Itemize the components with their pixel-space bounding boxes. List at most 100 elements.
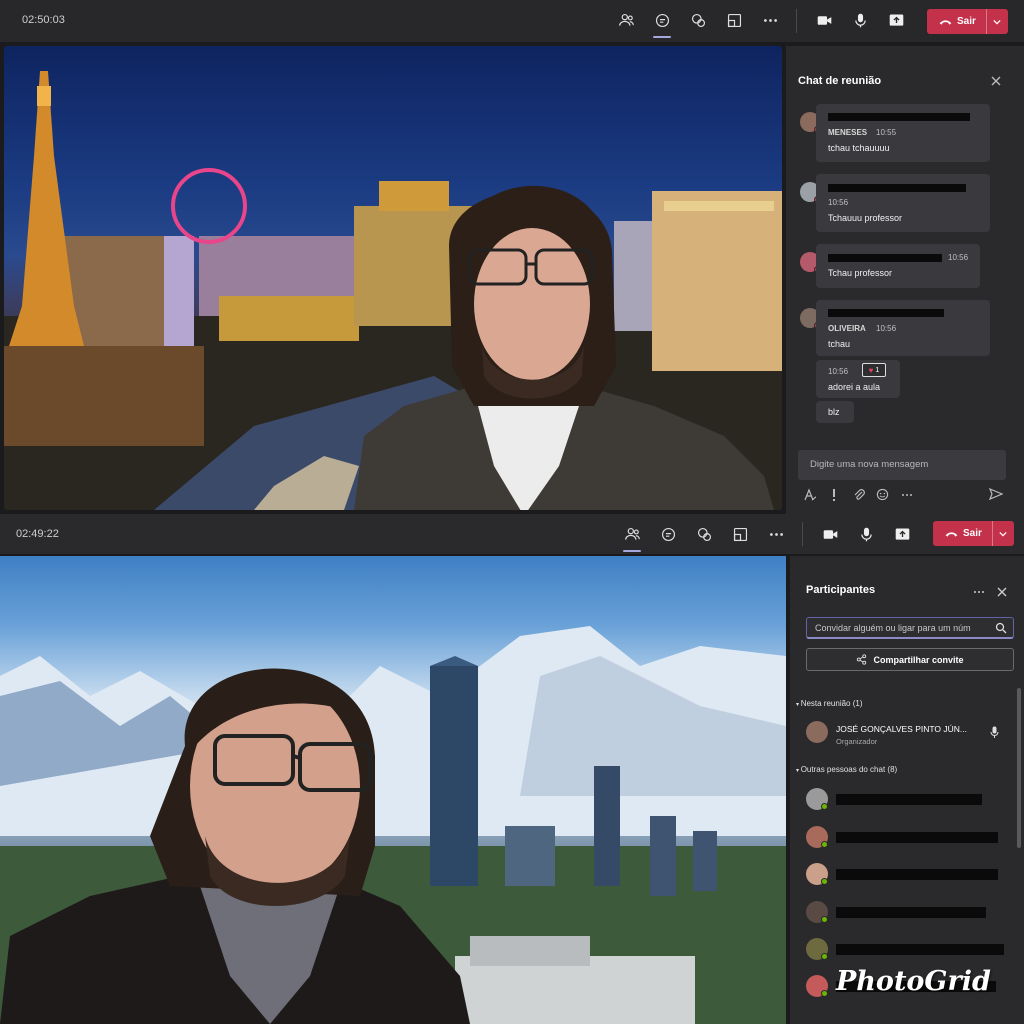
mic-icon (854, 13, 866, 27)
message-text: Tchau professor (828, 268, 893, 278)
message-time: 10:56 (828, 367, 849, 376)
search-icon[interactable] (995, 622, 1007, 634)
leave-options-button[interactable] (985, 9, 1008, 34)
organizer-name[interactable]: JOSÉ GONÇALVES PINTO JÚN... (836, 724, 967, 734)
participants-scrollbar[interactable] (1017, 688, 1021, 848)
redacted-name (828, 113, 970, 121)
status-dot (821, 841, 828, 848)
video-feed (4, 46, 782, 510)
message-text: tchau (828, 339, 851, 349)
status-dot (821, 916, 828, 923)
redacted-name[interactable] (836, 907, 986, 918)
more-options-button[interactable] (765, 523, 787, 545)
message-time: 10:56 (948, 253, 969, 262)
in-meeting-label: Nesta reunião (1) (800, 699, 863, 708)
phone-icon (945, 531, 958, 537)
camera-icon (823, 529, 837, 539)
avatar (806, 721, 828, 743)
virtual-background-las-vegas (4, 71, 782, 510)
microphone-button[interactable] (849, 9, 871, 31)
message-time: 10:56 (876, 324, 897, 333)
share-icon (857, 654, 867, 665)
attach-icon[interactable] (852, 488, 866, 502)
participants-button[interactable] (621, 523, 643, 552)
in-meeting-section[interactable]: ▾ Nesta reunião (1) (796, 699, 863, 708)
organizer-role: Organizador (836, 737, 878, 746)
redacted-name (828, 309, 944, 317)
meeting-toolbar: 02:50:03 Sair (0, 0, 1024, 42)
share-screen-button[interactable] (729, 523, 751, 545)
share-tray-button[interactable] (891, 523, 913, 545)
phone-icon (939, 19, 952, 25)
reactions-button[interactable] (687, 9, 709, 31)
reactions-button[interactable] (693, 523, 715, 545)
message-text: blz (828, 407, 840, 417)
emoji-icon[interactable] (876, 488, 889, 501)
chevron-down-icon (999, 531, 1008, 536)
leave-button[interactable]: Sair (933, 521, 1014, 546)
participants-button[interactable] (615, 9, 637, 31)
camera-button[interactable] (813, 9, 835, 31)
message-time: 10:56 (828, 198, 849, 207)
chat-message[interactable]: MENESES 10:55 tchau tchauuuu (816, 104, 990, 162)
message-text: tchau tchauuuu (828, 143, 890, 153)
more-icon[interactable] (900, 488, 914, 502)
chat-message[interactable]: 10:56 Tchau professor (816, 244, 980, 288)
compose-input[interactable]: Digite uma nova mensagem (798, 450, 1006, 480)
search-placeholder: Convidar alguém ou ligar para um núm (815, 623, 971, 633)
chat-panel-title: Chat de reunião (798, 75, 882, 87)
other-chat-people-section[interactable]: ▾ Outras pessoas do chat (8) (796, 765, 897, 774)
chat-message[interactable]: 10:56 Tchauuu professor (816, 174, 990, 232)
redacted-name[interactable] (836, 944, 1004, 955)
close-icon[interactable] (989, 74, 1003, 88)
redacted-name[interactable] (836, 794, 982, 805)
leave-label: Sair (957, 16, 976, 27)
chat-message[interactable]: blz (816, 401, 854, 423)
microphone-button[interactable] (855, 523, 877, 545)
chat-button[interactable] (657, 523, 679, 545)
more-icon (769, 532, 783, 536)
share-tray-button[interactable] (885, 9, 907, 31)
heart-icon: ♥ (868, 365, 874, 375)
leave-button[interactable]: Sair (927, 9, 1008, 34)
chat-message[interactable]: 10:56 ♥ 1 adorei a aula (816, 360, 900, 398)
toolbar-divider (802, 522, 803, 546)
redacted-name[interactable] (836, 869, 998, 880)
camera-button[interactable] (819, 523, 841, 545)
meeting-toolbar: 02:49:22 Sair (0, 514, 1024, 554)
more-icon[interactable] (972, 586, 986, 598)
format-icon[interactable] (803, 488, 817, 502)
chat-icon (655, 13, 669, 27)
message-text: adorei a aula (828, 382, 881, 392)
important-icon[interactable] (829, 488, 839, 502)
call-timer: 02:50:03 (22, 14, 65, 26)
status-dot (821, 953, 828, 960)
participants-title: Participantes (806, 584, 876, 596)
reaction-count: 1 (875, 366, 880, 374)
mic-icon (860, 527, 872, 541)
active-tab-indicator (653, 36, 671, 38)
active-tab-indicator (623, 550, 641, 552)
chat-message[interactable]: OLIVEIRA 10:56 tchau (816, 300, 990, 356)
share-screen-icon (727, 13, 741, 27)
reaction-badge[interactable]: ♥ 1 (862, 363, 886, 377)
camera-icon (817, 15, 831, 25)
redacted-name (828, 254, 942, 262)
redacted-name[interactable] (836, 832, 998, 843)
message-sender: MENESES (828, 128, 868, 137)
send-icon[interactable] (989, 487, 1003, 501)
chat-button[interactable] (651, 9, 673, 38)
more-options-button[interactable] (759, 9, 781, 31)
invite-search-input[interactable]: Convidar alguém ou ligar para um núm (806, 617, 1014, 639)
share-tray-icon (895, 528, 909, 540)
status-dot (821, 803, 828, 810)
others-label: Outras pessoas do chat (8) (800, 765, 898, 774)
leave-options-button[interactable] (991, 521, 1014, 546)
photogrid-watermark: PhotoGrid (836, 966, 991, 997)
close-icon[interactable] (995, 585, 1009, 599)
reactions-icon (691, 13, 705, 27)
more-icon (763, 18, 777, 22)
chevron-down-icon (993, 19, 1002, 24)
share-screen-button[interactable] (723, 9, 745, 31)
share-invite-button[interactable]: Compartilhar convite (806, 648, 1014, 671)
